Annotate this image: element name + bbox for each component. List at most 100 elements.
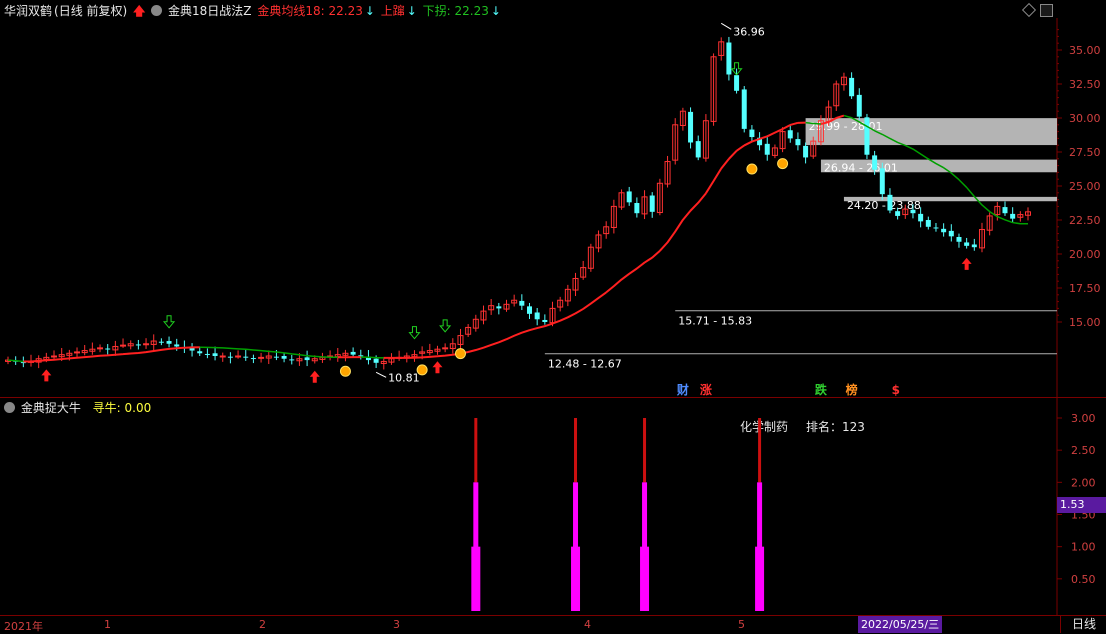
candle-body (749, 129, 755, 138)
candle-body (212, 353, 218, 356)
candle-body (925, 220, 931, 227)
main-ytick-label: 35.00 (1069, 44, 1101, 57)
gap-label: 26.94 - 26.01 (824, 162, 898, 175)
candle-body (933, 227, 939, 229)
candle-body (626, 191, 632, 203)
buy-arrow-icon (432, 361, 443, 374)
candle-body (527, 306, 533, 314)
main-ytick-label: 20.00 (1069, 248, 1101, 261)
month-label-2: 2 (259, 618, 266, 631)
signal-bar-base (571, 546, 581, 611)
signal-bar-base (755, 546, 765, 611)
candle-body (250, 358, 256, 360)
gold-coin-icon (454, 348, 466, 360)
cursor-date: 2022/05/25/三 (858, 616, 943, 633)
candle-body (864, 117, 870, 155)
high-pointer (720, 22, 732, 30)
month-label-4: 4 (584, 618, 591, 631)
candle-body (634, 203, 640, 214)
candle-body (74, 351, 81, 354)
candle-body (373, 358, 379, 363)
main-ytick-label: 25.00 (1069, 180, 1101, 193)
event-tag: $ (892, 383, 900, 397)
candle-body (734, 75, 740, 91)
candle-body (534, 312, 540, 320)
candle-body (895, 211, 901, 216)
candle-body (243, 356, 249, 358)
period-button[interactable]: 日线 (1060, 616, 1106, 633)
month-label-5: 5 (738, 618, 745, 631)
sub-ytick-label: 1.00 (1071, 541, 1096, 554)
candle-body (542, 319, 548, 322)
event-tag: 榜 (846, 382, 858, 397)
event-tag: 财 (676, 382, 689, 397)
candle-body (204, 353, 210, 355)
candle-body (258, 356, 265, 359)
candle-body (918, 213, 924, 222)
year-label: 2021年 (4, 620, 43, 633)
signal-bar-base (640, 546, 650, 611)
candle-body (649, 195, 655, 212)
candle-body (803, 145, 809, 158)
candle-body (695, 141, 701, 158)
gold-coin-icon (746, 163, 758, 175)
indicator-chart[interactable]: 0.501.001.502.002.503.00 (0, 398, 1106, 633)
candle-body (219, 355, 226, 358)
candle-body (143, 343, 150, 346)
candle-body (51, 355, 58, 358)
sub-ytick-label: 3.00 (1071, 412, 1096, 425)
main-candlestick-chart[interactable]: 29.99 - 28.01 26.94 - 26.01 24.20 - 23.88 1… (0, 0, 1106, 398)
candle-body (872, 155, 878, 170)
low-pointer (375, 371, 387, 378)
gold-coin-icon (339, 365, 351, 377)
low-label: 10.81 (388, 371, 420, 384)
event-tag: 跌 (815, 382, 828, 397)
buy-arrow-icon (41, 369, 52, 382)
event-tag: 涨 (700, 382, 712, 397)
buy-arrow-icon (961, 257, 972, 270)
sub-ytick-label: 0.50 (1071, 573, 1096, 586)
sell-arrow-icon (439, 319, 452, 333)
main-ytick-label: 17.50 (1069, 282, 1101, 295)
candle-body (688, 111, 694, 143)
candle-body (1002, 207, 1008, 214)
gap-label: 29.99 - 28.01 (809, 120, 883, 133)
candle-body (964, 242, 970, 246)
month-label-3: 3 (393, 618, 400, 631)
candle-body (496, 306, 502, 309)
buy-arrow-icon (309, 370, 320, 383)
candle-body (105, 348, 111, 350)
high-label: 36.96 (733, 25, 765, 38)
candle-body (289, 359, 295, 361)
main-ytick-label: 22.50 (1069, 214, 1101, 227)
main-ytick-label: 30.00 (1069, 112, 1101, 125)
candle-body (442, 347, 449, 350)
candle-body (273, 356, 279, 358)
candle-body (281, 356, 287, 359)
candle-body (1010, 213, 1016, 219)
candle-body (519, 300, 525, 306)
candle-body (971, 244, 977, 248)
gold-coin-icon (416, 364, 428, 376)
candle-body (120, 344, 127, 347)
gold-coin-icon (777, 158, 789, 170)
candle-body (941, 228, 947, 233)
candle-body (879, 168, 885, 195)
gap-label: 15.71 - 15.83 (678, 315, 752, 328)
main-ytick-label: 15.00 (1069, 316, 1101, 329)
signal-bar-base (471, 546, 481, 611)
gap-label: 24.20 - 23.88 (847, 199, 921, 212)
sub-ytick-label: 2.00 (1071, 476, 1096, 489)
candle-body (956, 237, 962, 242)
sub-ytick-label: 2.50 (1071, 444, 1096, 457)
candle-body (787, 130, 793, 139)
main-ytick-label: 32.50 (1069, 78, 1101, 91)
candle-body (350, 351, 356, 355)
sell-arrow-icon (408, 326, 421, 340)
candle-body (948, 230, 954, 237)
gap-label: 12.48 - 12.67 (548, 358, 622, 371)
candle-body (174, 344, 180, 347)
candle-body (856, 94, 862, 117)
main-ytick-label: 27.50 (1069, 146, 1101, 159)
candle-body (97, 347, 104, 350)
